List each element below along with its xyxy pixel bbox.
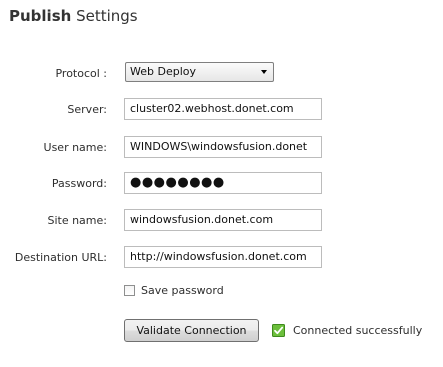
validate-connection-button[interactable]: Validate Connection [124, 319, 259, 342]
protocol-label: Protocol : [55, 67, 107, 80]
checkmark-icon [272, 324, 285, 337]
page-title: Publish Settings [9, 7, 138, 25]
connection-status: Connected successfully [272, 324, 422, 337]
save-password-row: Save password [124, 284, 224, 297]
page-title-bold: Publish [9, 7, 72, 25]
password-input[interactable]: ●●●●●●●● [124, 172, 322, 194]
destination-url-input[interactable]: http://windowsfusion.donet.com [124, 246, 322, 268]
username-label: User name: [43, 141, 107, 154]
page-title-rest: Settings [76, 7, 138, 25]
site-name-input[interactable]: windowsfusion.donet.com [124, 209, 322, 231]
server-input[interactable]: cluster02.webhost.donet.com [124, 98, 322, 120]
save-password-checkbox[interactable] [124, 285, 135, 296]
username-input[interactable]: WINDOWS\windowsfusion.donet [124, 136, 322, 158]
chevron-down-icon [261, 70, 267, 74]
site-name-label: Site name: [47, 214, 107, 227]
destination-url-label: Destination URL: [14, 251, 107, 264]
server-label: Server: [67, 103, 107, 116]
save-password-label[interactable]: Save password [141, 284, 224, 297]
connection-status-text: Connected successfully [293, 324, 423, 337]
password-label: Password: [51, 177, 107, 190]
protocol-select-value: Web Deploy [130, 65, 196, 78]
protocol-select[interactable]: Web Deploy [125, 62, 274, 82]
